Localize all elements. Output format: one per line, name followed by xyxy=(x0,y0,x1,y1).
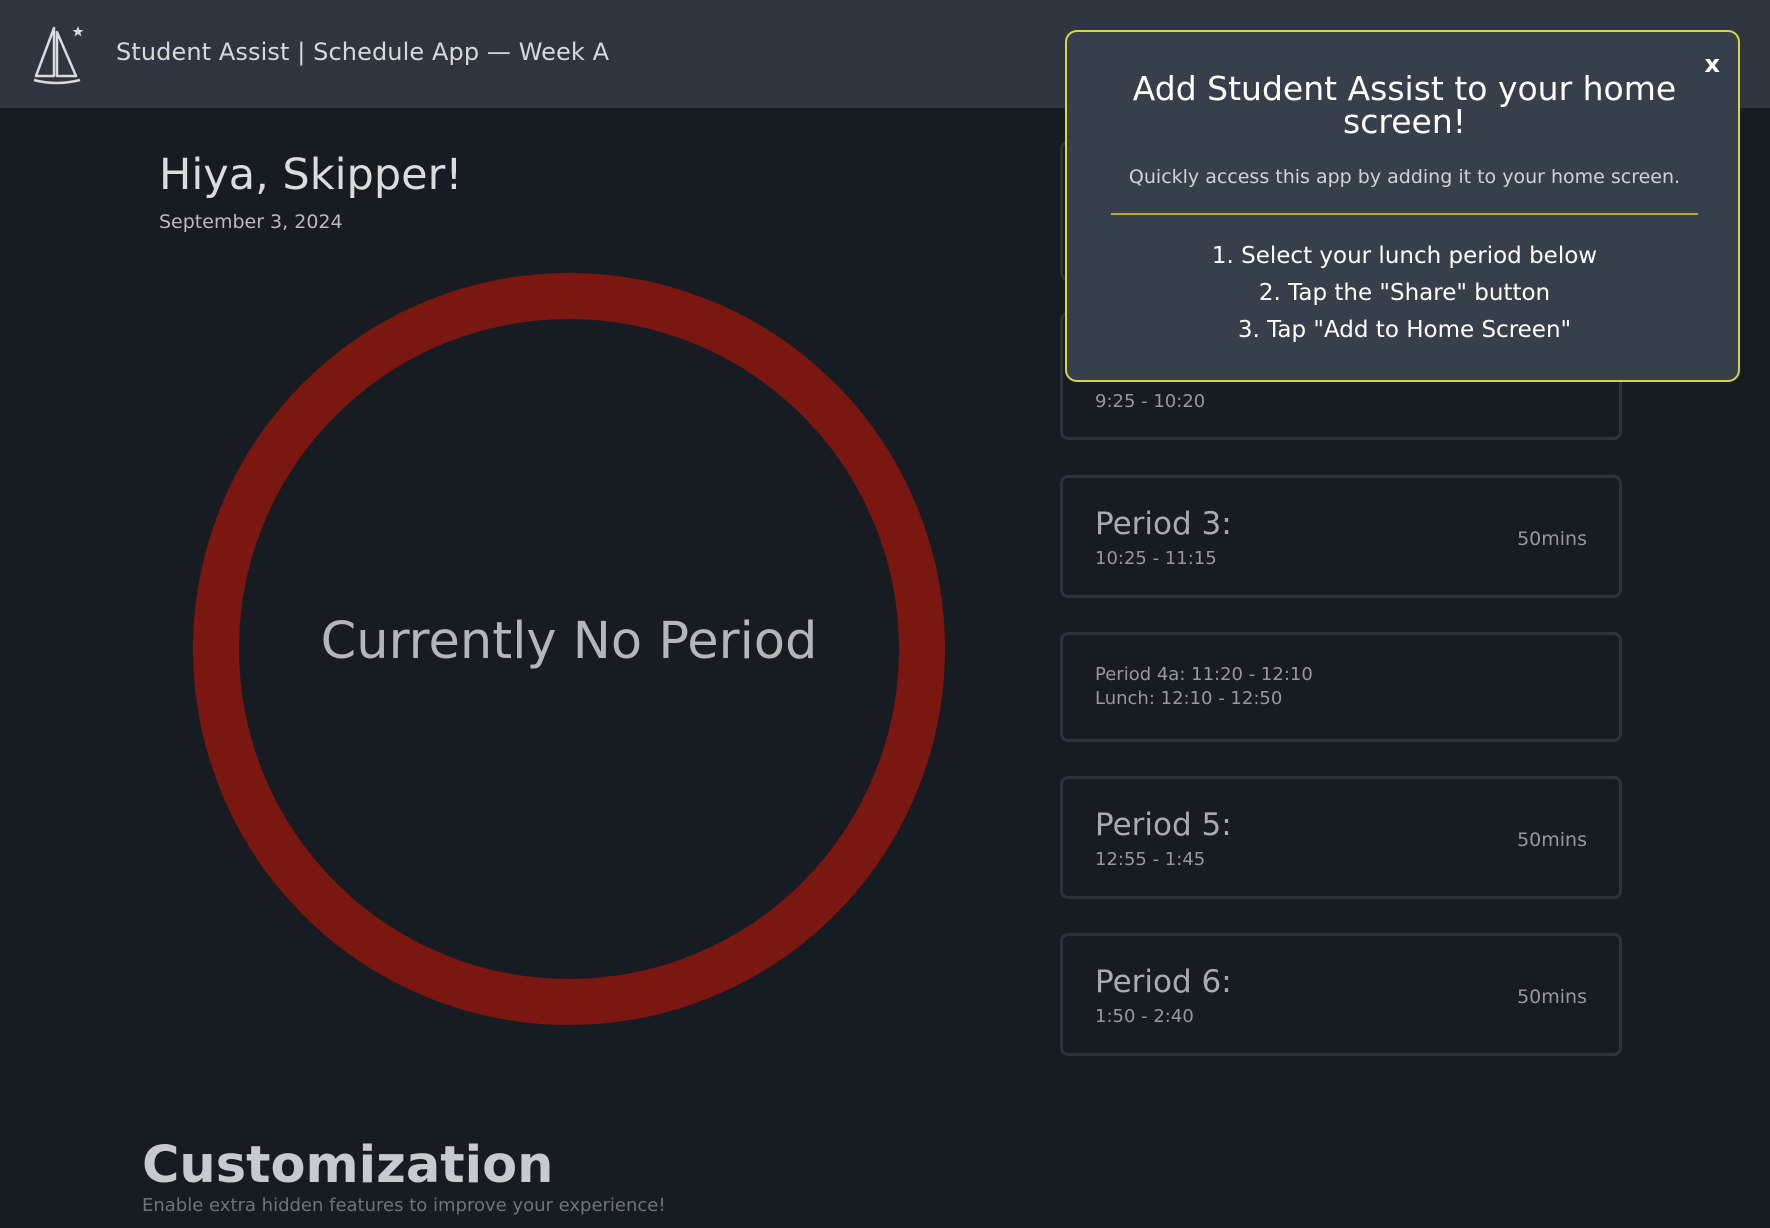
close-popup-button[interactable]: x xyxy=(1705,50,1720,78)
schedule-card-period-6[interactable]: Period 6: 1:50 - 2:40 50mins xyxy=(1060,933,1622,1056)
popup-step: 2. Tap the "Share" button xyxy=(1258,280,1551,306)
add-to-home-screen-popup: x Add Student Assist to your home screen… xyxy=(1065,30,1740,382)
popup-description: Quickly access this app by adding it to … xyxy=(1128,166,1681,188)
customization-title: Customization xyxy=(142,1136,554,1195)
popup-step: 3. Tap "Add to Home Screen" xyxy=(1237,317,1572,343)
schedule-card-period-5[interactable]: Period 5: 12:55 - 1:45 50mins xyxy=(1060,776,1622,899)
period-time: 10:25 - 11:15 xyxy=(1095,548,1217,569)
app-title: Student Assist | Schedule App — Week A xyxy=(116,38,610,66)
period-time: 1:50 - 2:40 xyxy=(1095,1006,1194,1027)
popup-steps: 1. Select your lunch period below 2. Tap… xyxy=(1087,238,1722,349)
customization-subtitle: Enable extra hidden features to improve … xyxy=(142,1195,666,1216)
period-name: Period 3: xyxy=(1095,506,1232,542)
period-name: Period 5: xyxy=(1095,807,1232,843)
period-name: Period 6: xyxy=(1095,964,1232,1000)
current-period-status: Currently No Period xyxy=(320,612,818,671)
period-time: 9:25 - 10:20 xyxy=(1095,391,1206,412)
period-4a-line: Period 4a: 11:20 - 12:10 xyxy=(1095,664,1313,685)
greeting: Hiya, Skipper! xyxy=(159,150,463,200)
popup-title: Add Student Assist to your home screen! xyxy=(1132,69,1677,141)
period-duration: 50mins xyxy=(1517,528,1587,550)
period-duration: 50mins xyxy=(1517,829,1587,851)
popup-divider xyxy=(1111,213,1698,215)
period-duration: 50mins xyxy=(1517,986,1587,1008)
sailboat-icon[interactable] xyxy=(30,22,86,86)
popup-step: 1. Select your lunch period below xyxy=(1211,243,1598,269)
lunch-line: Lunch: 12:10 - 12:50 xyxy=(1095,688,1283,709)
period-time: 12:55 - 1:45 xyxy=(1095,849,1206,870)
current-date: September 3, 2024 xyxy=(159,211,343,233)
schedule-card-period-3[interactable]: Period 3: 10:25 - 11:15 50mins xyxy=(1060,475,1622,598)
schedule-card-period-4-lunch[interactable]: Period 4a: 11:20 - 12:10 Lunch: 12:10 - … xyxy=(1060,632,1622,742)
